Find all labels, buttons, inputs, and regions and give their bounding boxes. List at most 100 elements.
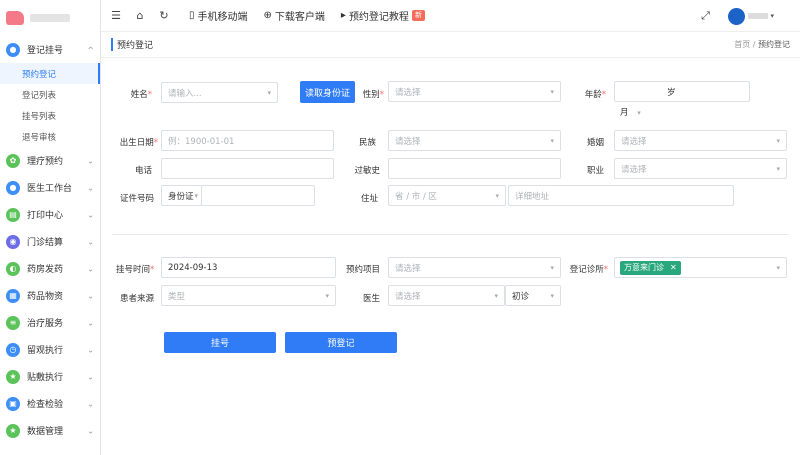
visit-type-select[interactable]: 初诊 ▾ <box>505 285 561 306</box>
age-month-select[interactable]: 月 ▾ <box>620 106 641 118</box>
sidebar-group[interactable]: ◷ 留观执行 ⌄ <box>0 336 100 363</box>
clock-icon: ◷ <box>6 342 20 357</box>
clinic-select[interactable]: 万意来门诊 ✕ ▾ <box>614 257 787 278</box>
allergy-label: 过敏史 <box>354 166 380 176</box>
chevron-down-icon: ▾ <box>267 88 271 97</box>
doctor-label: 医生 <box>362 294 380 304</box>
sidebar-group-label: 数据管理 <box>27 427 64 437</box>
sidebar-group[interactable]: ◉ 门诊结算 ⌄ <box>0 228 100 255</box>
item-select[interactable]: 请选择 ▾ <box>388 257 561 278</box>
sidebar-group-label: 医生工作台 <box>27 184 73 194</box>
sidebar-item[interactable]: 退号审核 <box>0 126 100 147</box>
age-input[interactable]: 岁 <box>614 81 750 102</box>
avatar[interactable] <box>728 7 746 25</box>
sidebar-group[interactable]: ▦ 药品物资 ⌄ <box>0 282 100 309</box>
breadcrumb-home[interactable]: 首页 <box>734 40 750 49</box>
reg-time-input[interactable]: 2024-09-13 <box>161 257 336 278</box>
chevron-down-icon: ⌄ <box>87 183 94 192</box>
menu-toggle-icon[interactable]: ☰ <box>107 7 125 25</box>
source-label: 患者来源 <box>119 294 154 304</box>
sidebar-group[interactable]: ▣ 检查检验 ⌄ <box>0 390 100 417</box>
chevron-down-icon: ⌄ <box>87 426 94 435</box>
fullscreen-icon[interactable]: ⤢ <box>696 7 714 25</box>
topbar-right: ⤢ ▾ <box>690 0 774 32</box>
sidebar-group[interactable]: ◐ 药房发药 ⌄ <box>0 255 100 282</box>
download-link[interactable]: ⊕ 下载客户端 <box>264 8 325 23</box>
read-id-card-button[interactable]: 读取身份证 <box>300 81 355 103</box>
chevron-down-icon: ▾ <box>550 87 554 96</box>
home-icon[interactable]: ⌂ <box>131 7 149 25</box>
chevron-down-icon: ⌄ <box>87 210 94 219</box>
sidebar-group[interactable]: ★ 数据管理 ⌄ <box>0 417 100 444</box>
new-badge: 新 <box>411 10 425 21</box>
doctor-select[interactable]: 请选择 ▾ <box>388 285 505 306</box>
source-select[interactable]: 类型 ▾ <box>161 285 336 306</box>
chevron-down-icon: ⌄ <box>87 372 94 381</box>
chevron-down-icon: ⌄ <box>87 237 94 246</box>
gender-select[interactable]: 请选择 ▾ <box>388 81 561 102</box>
chevron-down-icon: ⌄ <box>87 156 94 165</box>
marriage-select[interactable]: 请选择 ▾ <box>614 130 787 151</box>
person-icon: ● <box>6 42 20 57</box>
sidebar: ● 登记挂号 ^ 预约登记 登记列表 挂号列表 退号审核 ✿ 理疗预约 ⌄ ● 医生工作台 ⌄ ▤ 打印中心… <box>0 0 101 455</box>
phone-input[interactable] <box>161 158 334 179</box>
sidebar-group[interactable]: ✿ 理疗预约 ⌄ <box>0 147 100 174</box>
region-cascader[interactable]: 省 / 市 / 区 ▾ <box>388 185 506 206</box>
sidebar-menu: ● 登记挂号 ^ 预约登记 登记列表 挂号列表 退号审核 ✿ 理疗预约 ⌄ ● 医生工作台 ⌄ ▤ 打印中心… <box>0 36 100 444</box>
pre-register-button[interactable]: 预登记 <box>285 332 397 353</box>
breadcrumb-sep: / <box>752 40 756 49</box>
chevron-down-icon: ▾ <box>776 136 780 145</box>
sidebar-group[interactable]: ▤ 打印中心 ⌄ <box>0 201 100 228</box>
id-number-label: 证件号码 <box>119 194 154 204</box>
settle-icon: ◉ <box>6 234 20 249</box>
marriage-label: 婚姻 <box>586 138 604 148</box>
mobile-link[interactable]: ▯ 手机移动端 <box>189 8 248 23</box>
box-icon: ▦ <box>6 288 20 303</box>
sidebar-group[interactable]: ≡ 治疗服务 ⌄ <box>0 309 100 336</box>
close-icon[interactable]: ✕ <box>670 263 677 272</box>
chevron-down-icon: ▾ <box>550 136 554 145</box>
chevron-up-icon: ^ <box>87 45 94 54</box>
id-type-select[interactable]: 身份证 ▾ <box>161 185 202 206</box>
phone-icon: ▯ <box>189 10 195 21</box>
breadcrumb-bar: 预约登记 首页 / 预约登记 <box>101 32 800 58</box>
sidebar-group-label: 药品物资 <box>27 292 64 302</box>
pill-icon: ◐ <box>6 261 20 276</box>
sidebar-item[interactable]: 挂号列表 <box>0 105 100 126</box>
download-label: 下载客户端 <box>274 12 325 23</box>
logo-icon <box>6 11 24 25</box>
chevron-down-icon[interactable]: ▾ <box>770 12 774 20</box>
chevron-down-icon: ▾ <box>776 164 780 173</box>
download-icon: ⊕ <box>263 10 272 21</box>
id-number-input[interactable] <box>201 185 315 206</box>
address-detail-input[interactable]: 详细地址 <box>508 185 734 206</box>
sidebar-item[interactable]: 预约登记 <box>0 63 100 84</box>
sidebar-group-label: 检查检验 <box>27 400 64 410</box>
chevron-down-icon: ▾ <box>325 291 329 300</box>
ethnicity-select[interactable]: 请选择 ▾ <box>388 130 561 151</box>
register-button[interactable]: 挂号 <box>164 332 276 353</box>
sidebar-group-label: 门诊结算 <box>27 238 64 248</box>
chevron-down-icon: ▾ <box>776 263 780 272</box>
user-name-blurred[interactable] <box>748 13 769 19</box>
refresh-icon[interactable]: ↻ <box>155 7 173 25</box>
allergy-input[interactable] <box>388 158 561 179</box>
birth-date-input[interactable]: 例：1900-01-01 <box>161 130 334 151</box>
age-year-unit: 岁 <box>667 87 676 98</box>
chevron-down-icon: ▾ <box>494 291 498 300</box>
clinic-tag: 万意来门诊 ✕ <box>620 260 681 275</box>
name-input[interactable]: 请输入... ▾ <box>161 82 278 103</box>
sidebar-group[interactable]: ● 医生工作台 ⌄ <box>0 174 100 201</box>
chevron-down-icon: ▾ <box>550 291 554 300</box>
reg-time-label: 挂号时间* <box>116 265 155 275</box>
item-label: 预约项目 <box>345 265 380 275</box>
chevron-down-icon: ▾ <box>550 263 554 272</box>
play-icon: ▸ <box>340 10 346 21</box>
sidebar-group[interactable]: ● 登记挂号 ^ <box>0 36 100 63</box>
ethnicity-label: 民族 <box>358 138 376 148</box>
sidebar-item[interactable]: 登记列表 <box>0 84 100 105</box>
sidebar-group-label: 贴敷执行 <box>27 373 64 383</box>
job-select[interactable]: 请选择 ▾ <box>614 158 787 179</box>
sidebar-group[interactable]: ★ 贴敷执行 ⌄ <box>0 363 100 390</box>
tutorial-link[interactable]: ▸ 预约登记教程 新 <box>341 8 425 23</box>
